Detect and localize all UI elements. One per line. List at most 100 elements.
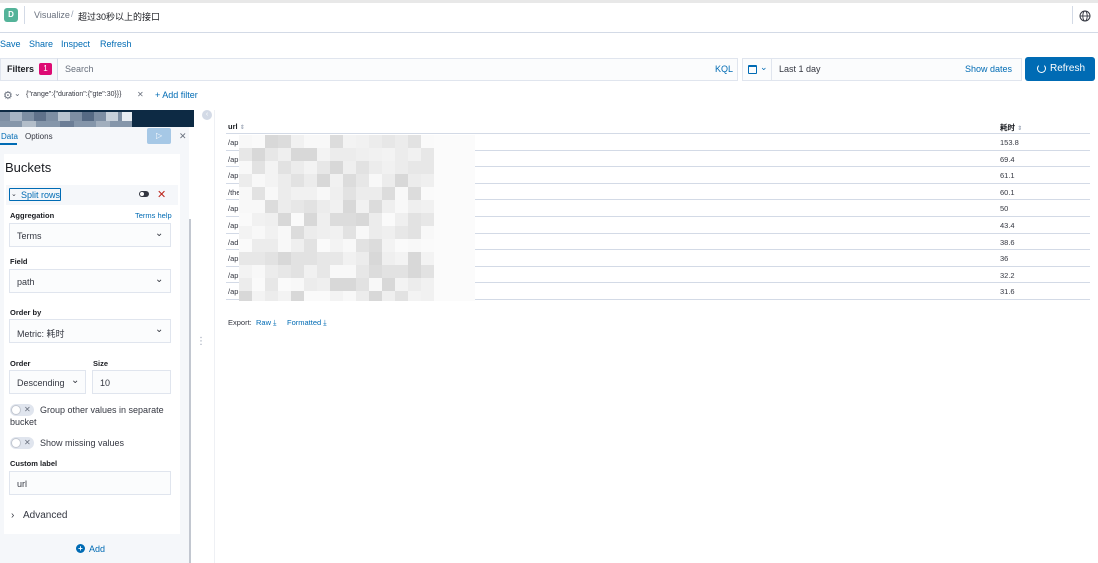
redaction-pixel	[343, 239, 356, 252]
redaction-pixel	[460, 135, 473, 148]
advanced-toggle[interactable]: Advanced	[23, 510, 67, 521]
plus-icon[interactable]: +	[76, 544, 85, 553]
redaction-pixel	[252, 161, 265, 174]
gear-icon[interactable]: ⚙	[3, 89, 13, 102]
query-language-button[interactable]: KQL	[715, 64, 733, 74]
tab-options[interactable]: Options	[25, 132, 53, 141]
redaction-pixel	[408, 200, 421, 213]
redaction-pixel	[304, 200, 317, 213]
redaction-pixel	[265, 278, 278, 291]
redaction-pixel	[473, 213, 475, 226]
redaction-pixel	[421, 291, 434, 301]
share-link[interactable]: Share	[29, 39, 53, 49]
tab-data[interactable]: Data	[1, 132, 18, 141]
export-raw-link[interactable]: Raw ⤓	[256, 318, 276, 328]
sort-icon[interactable]: ⇕	[240, 125, 245, 131]
group-other-label: Group other values in separate bucket	[10, 405, 164, 427]
column-header-url-label: url	[228, 122, 238, 131]
add-bucket-button[interactable]: Add	[89, 544, 105, 554]
sidebar-scrollbar[interactable]	[189, 219, 191, 563]
chevron-down-icon: ⌄	[71, 375, 80, 386]
redaction-pixel	[317, 278, 330, 291]
redaction-pixel	[408, 187, 421, 200]
header-divider-right	[1072, 6, 1073, 24]
redaction-pixel	[239, 213, 252, 226]
table-cell-url[interactable]: /ap	[228, 155, 238, 164]
redaction-pixel	[460, 239, 473, 252]
buckets-title: Buckets	[5, 160, 52, 175]
table-cell-url[interactable]: /ap	[228, 221, 238, 230]
table-cell-url[interactable]: /ap	[228, 204, 238, 213]
date-range-label[interactable]: Last 1 day	[779, 64, 821, 74]
redaction-pixel	[395, 174, 408, 187]
redaction-pixel	[278, 226, 291, 239]
redaction-pixel	[447, 174, 460, 187]
table-cell-duration: 50	[1000, 204, 1009, 214]
redaction-pixel	[473, 252, 475, 265]
table-cell-url[interactable]: /ap	[228, 254, 238, 263]
table-cell-url[interactable]: /ap	[228, 271, 238, 280]
redaction-pixel	[421, 187, 434, 200]
index-pattern-header	[0, 110, 194, 127]
redaction-pixel	[356, 213, 369, 226]
chevron-down-icon[interactable]: ⌄	[14, 89, 21, 98]
remove-aggregation-icon[interactable]: ✕	[157, 188, 166, 201]
resize-handle[interactable]: ⋮	[196, 336, 206, 347]
redaction-pixel	[252, 135, 265, 148]
close-icon[interactable]: ✕	[179, 131, 187, 142]
inspect-link[interactable]: Inspect	[61, 39, 90, 49]
redaction-pixel	[343, 135, 356, 148]
redaction-pixel	[317, 174, 330, 187]
save-link[interactable]: Save	[0, 39, 21, 49]
redaction-pixel	[343, 213, 356, 226]
redaction-pixel	[252, 265, 265, 278]
show-dates-link[interactable]: Show dates	[965, 64, 1012, 74]
redaction-pixel	[330, 135, 343, 148]
custom-label-input[interactable]	[9, 471, 171, 495]
chevron-right-icon[interactable]: ›	[11, 510, 14, 521]
redaction-pixel	[265, 148, 278, 161]
breadcrumb-title: 超过30秒以上的接口	[78, 12, 161, 22]
refresh-link[interactable]: Refresh	[100, 39, 132, 49]
redaction-pixel	[291, 200, 304, 213]
size-value: 10	[100, 378, 111, 388]
terms-help-link[interactable]: Terms help	[135, 211, 172, 220]
add-filter-link[interactable]: + Add filter	[155, 90, 198, 100]
breadcrumb-visualize[interactable]: Visualize	[34, 10, 70, 20]
redaction-pixel	[265, 200, 278, 213]
redaction-pixel	[356, 265, 369, 278]
table-cell-url[interactable]: /ad	[228, 238, 238, 247]
redaction-pixel	[421, 239, 434, 252]
table-cell-url[interactable]: /ap	[228, 171, 238, 180]
redaction-pixel	[473, 161, 475, 174]
table-cell-url[interactable]: /ap	[228, 138, 238, 147]
collapse-sidebar-icon[interactable]: ‹	[202, 110, 212, 120]
redaction-pixel	[408, 148, 421, 161]
redaction-pixel	[278, 148, 291, 161]
space-avatar[interactable]: D	[4, 8, 18, 22]
redaction-pixel	[395, 265, 408, 278]
redaction-pixel	[239, 226, 252, 239]
redaction-pixel	[421, 278, 434, 291]
redaction-pixel	[421, 174, 434, 187]
redaction-pixel	[369, 226, 382, 239]
redaction-pixel	[395, 226, 408, 239]
sort-icon[interactable]: ⇕	[1017, 126, 1022, 132]
redaction-pixel	[447, 200, 460, 213]
redaction-pixel	[369, 187, 382, 200]
close-icon[interactable]: ✕	[137, 90, 144, 99]
globe-icon[interactable]	[1079, 10, 1091, 22]
redaction-pixel	[252, 213, 265, 226]
search-input[interactable]	[57, 58, 738, 81]
play-icon: ▷	[156, 131, 163, 140]
redaction-pixel	[460, 278, 473, 291]
table-cell-url[interactable]: /ap	[228, 287, 238, 296]
download-icon: ⤓	[323, 318, 327, 327]
redaction-pixel	[291, 265, 304, 278]
column-header-duration[interactable]: 耗时 ⇕	[1000, 122, 1022, 133]
redaction-pixel	[278, 213, 291, 226]
redaction-pixel	[239, 187, 252, 200]
redaction-pixel	[408, 252, 421, 265]
export-formatted-link[interactable]: Formatted ⤓	[287, 318, 327, 328]
column-header-url[interactable]: url ⇕	[228, 122, 245, 131]
